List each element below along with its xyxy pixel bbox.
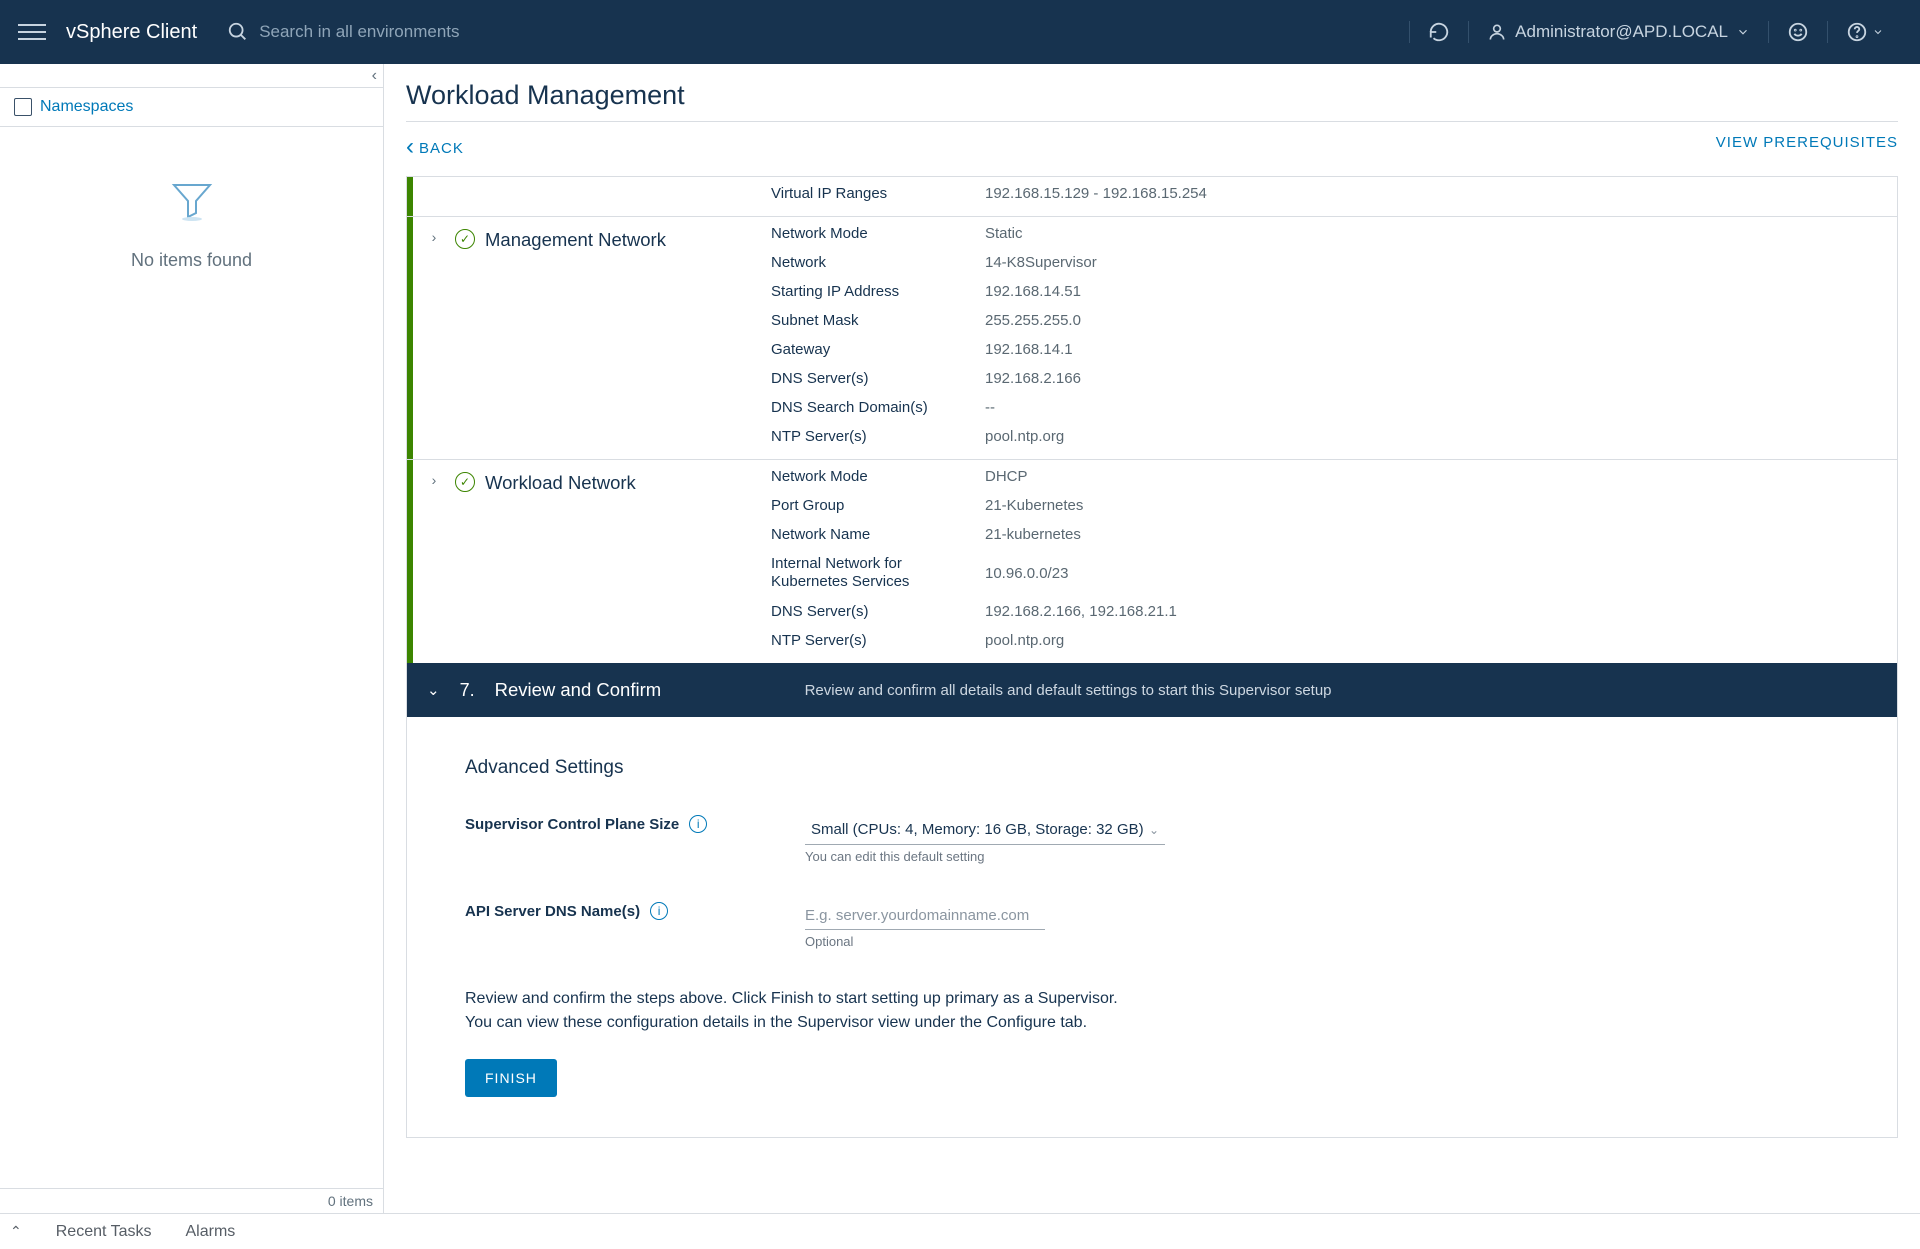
chevron-down-icon: ⌄ [1149,823,1159,837]
kv-key: Subnet Mask [771,312,961,329]
kv-key: DNS Search Domain(s) [771,399,961,416]
header-right: Administrator@APD.LOCAL [1409,21,1902,43]
sidebar-footer-count: 0 items [0,1188,383,1213]
kv-key: DNS Server(s) [771,370,961,387]
control-plane-size-value: Small (CPUs: 4, Memory: 16 GB, Storage: … [811,821,1144,838]
chevron-right-icon[interactable]: › [423,472,445,488]
status-ok-icon: ✓ [455,472,475,492]
kv-value: 192.168.14.1 [985,341,1881,358]
advanced-settings-title: Advanced Settings [465,757,1877,779]
kv-key: DNS Server(s) [771,603,961,620]
chevron-down-icon [1872,26,1884,38]
kv-value: Static [985,225,1881,242]
search-icon [227,21,249,43]
kv-value: 10.96.0.0/23 [985,565,1881,582]
advanced-settings: Advanced Settings Supervisor Control Pla… [407,717,1897,1137]
search-input[interactable] [259,22,659,42]
kv-key: Starting IP Address [771,283,961,300]
kv-value: 192.168.2.166, 192.168.21.1 [985,603,1881,620]
global-search[interactable] [227,21,1409,43]
kv-value: 255.255.255.0 [985,312,1881,329]
kv-value: DHCP [985,468,1881,485]
confirm-line2: You can view these configuration details… [465,1011,1877,1035]
recent-tasks-tab[interactable]: Recent Tasks [56,1223,152,1241]
kv-value: pool.ntp.org [985,632,1881,649]
step-number: 7. [460,680,475,701]
step-title: Workload Network [485,472,636,494]
user-label: Administrator@APD.LOCAL [1515,22,1728,42]
help-button[interactable] [1827,21,1902,43]
namespaces-icon [14,98,32,116]
kv-key: Port Group [771,497,961,514]
kv-key: Network Mode [771,225,961,242]
step-review-confirm-header: ⌄ 7. Review and Confirm Review and confi… [407,663,1897,717]
api-dns-label: API Server DNS Name(s) [465,903,640,920]
sidebar-node-namespaces[interactable]: Namespaces [0,88,383,127]
api-dns-helper: Optional [805,934,1165,949]
kv-value: 21-Kubernetes [985,497,1881,514]
page-title: Workload Management [406,80,1898,122]
confirm-line1: Review and confirm the steps above. Clic… [465,987,1877,1011]
control-plane-size-helper: You can edit this default setting [805,849,1165,864]
main-area: Workload Management BACK VIEW PREREQUISI… [384,64,1920,1213]
kv-value: 21-kubernetes [985,526,1881,543]
step-title: Management Network [485,229,666,251]
kv-key: Network Mode [771,468,961,485]
back-link[interactable]: BACK [406,134,464,162]
confirm-text: Review and confirm the steps above. Clic… [465,987,1877,1035]
user-icon [1487,22,1507,42]
kv-value: 192.168.14.51 [985,283,1881,300]
control-plane-size-select[interactable]: Small (CPUs: 4, Memory: 16 GB, Storage: … [805,815,1165,845]
step-management-network: › ✓ Management Network Network Mode Stat… [407,216,1897,459]
kv-key: Virtual IP Ranges [771,185,961,202]
smiley-icon [1787,21,1809,43]
refresh-icon [1428,21,1450,43]
sidebar-empty-message: No items found [0,250,383,271]
api-dns-row: API Server DNS Name(s) i Optional [465,902,1877,949]
feedback-button[interactable] [1768,21,1827,43]
api-dns-input[interactable] [805,902,1045,930]
sidebar-empty-state: No items found [0,177,383,271]
control-plane-size-label: Supervisor Control Plane Size [465,816,679,833]
step-description: Review and confirm all details and defau… [805,682,1332,699]
kv-key: Internal Network for Kubernetes Services [771,555,961,591]
page-subbar: BACK VIEW PREREQUISITES [406,134,1898,162]
sidebar-collapse-handle[interactable]: ‹ [0,64,383,88]
kv-value: pool.ntp.org [985,428,1881,445]
chevron-down-icon [1736,25,1750,39]
info-icon[interactable]: i [650,902,668,920]
sidebar: ‹ Namespaces No items found 0 items [0,64,384,1213]
kv-value: 192.168.2.166 [985,370,1881,387]
chevron-right-icon[interactable]: › [423,229,445,245]
kv-key: Network [771,254,961,271]
kv-key: Network Name [771,526,961,543]
refresh-button[interactable] [1409,21,1468,43]
step-virtual-ip: Virtual IP Ranges 192.168.15.129 - 192.1… [407,177,1897,216]
kv-key: NTP Server(s) [771,632,961,649]
funnel-icon [0,177,383,230]
sidebar-node-label[interactable]: Namespaces [40,98,133,116]
kv-value: 14-K8Supervisor [985,254,1881,271]
help-icon [1846,21,1868,43]
finish-button[interactable]: FINISH [465,1059,557,1097]
view-prerequisites-link[interactable]: VIEW PREREQUISITES [1716,134,1898,162]
status-ok-icon: ✓ [455,229,475,249]
top-bar: vSphere Client Administrator@APD.LOCAL [0,0,1920,64]
expand-panel-icon[interactable]: ⌃ [10,1223,22,1240]
step-title: Review and Confirm [495,679,805,701]
brand-title: vSphere Client [66,21,197,44]
kv-key: Gateway [771,341,961,358]
bottom-bar: ⌃ Recent Tasks Alarms [0,1213,1920,1249]
wizard-steps: Virtual IP Ranges 192.168.15.129 - 192.1… [406,176,1898,1138]
chevron-down-icon[interactable]: ⌄ [427,681,440,699]
control-plane-size-row: Supervisor Control Plane Size i Small (C… [465,815,1877,864]
kv-value: -- [985,399,1881,416]
alarms-tab[interactable]: Alarms [185,1223,235,1241]
kv-key: NTP Server(s) [771,428,961,445]
menu-hamburger-icon[interactable] [18,18,46,46]
kv-value: 192.168.15.129 - 192.168.15.254 [985,185,1881,202]
info-icon[interactable]: i [689,815,707,833]
user-menu[interactable]: Administrator@APD.LOCAL [1468,21,1768,43]
step-workload-network: › ✓ Workload Network Network Mode DHCP P… [407,459,1897,663]
